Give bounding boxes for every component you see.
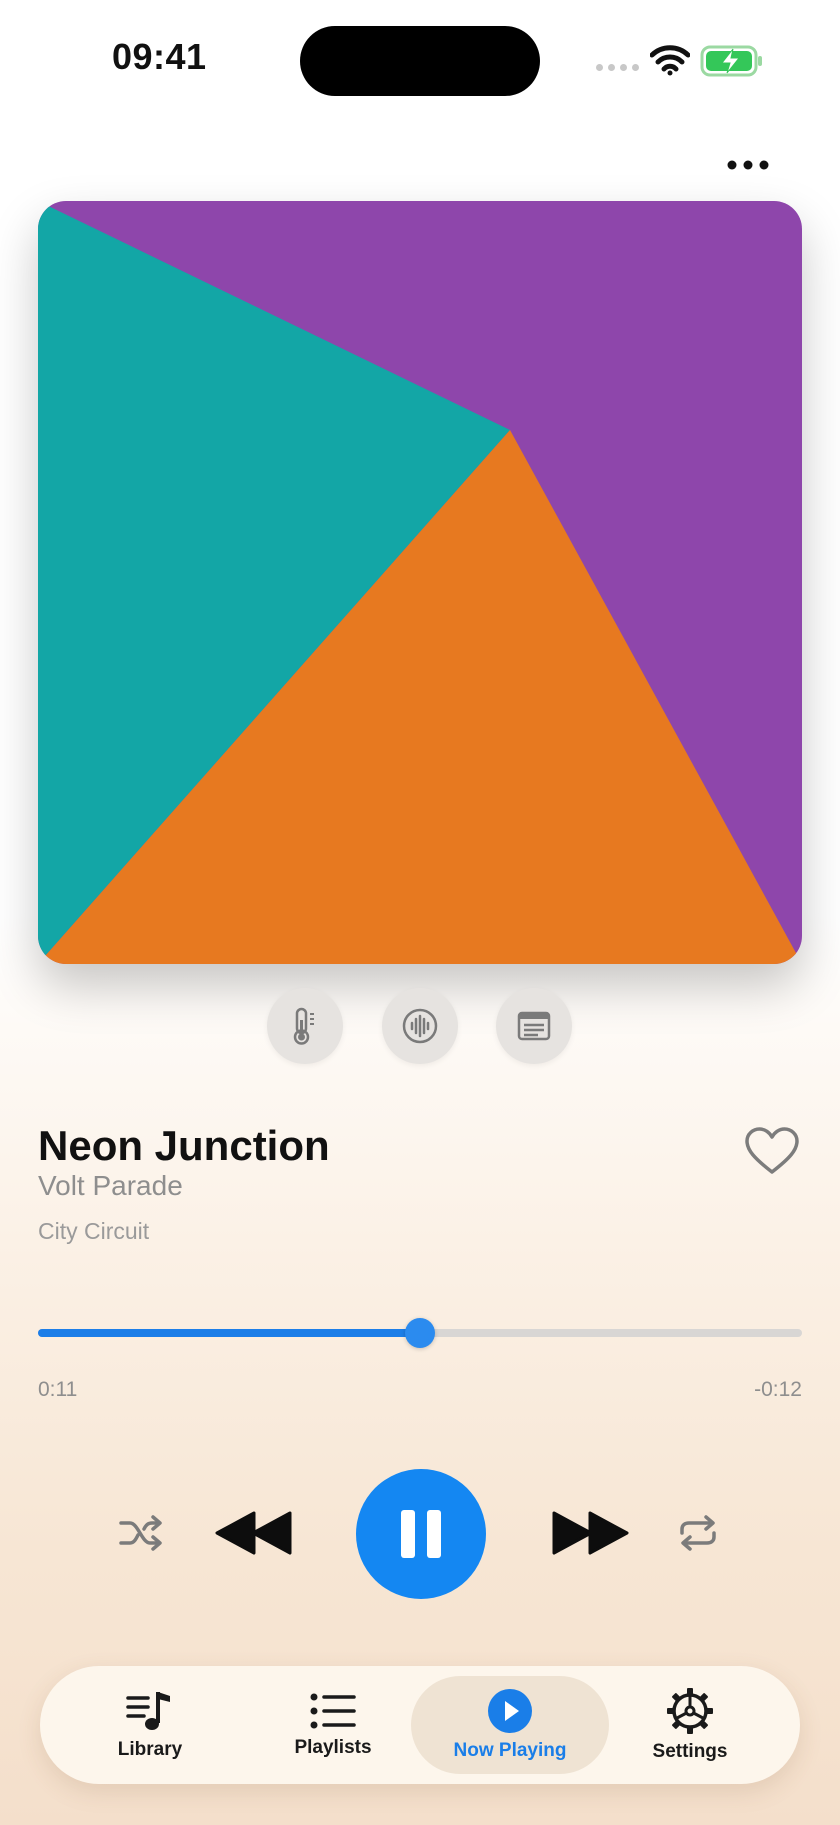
waveform-icon (402, 1008, 438, 1044)
pause-icon (401, 1510, 441, 1558)
play-circle-icon (488, 1689, 532, 1733)
heart-icon (745, 1127, 799, 1174)
forward-icon (552, 1511, 629, 1555)
list-icon (310, 1693, 356, 1729)
previous-track-button[interactable] (214, 1510, 294, 1561)
tab-playlists[interactable]: Playlists (258, 1666, 408, 1784)
cellular-signal-icon (596, 64, 639, 71)
thermometer-button[interactable] (267, 988, 343, 1064)
artist-name[interactable]: Volt Parade (38, 1170, 183, 1202)
pause-button[interactable] (356, 1469, 486, 1599)
dynamic-island (300, 26, 540, 96)
album-name[interactable]: City Circuit (38, 1218, 149, 1245)
status-time: 09:41 (112, 36, 207, 77)
more-options-button[interactable] (724, 150, 772, 180)
repeat-button[interactable] (676, 1513, 720, 1558)
tab-settings[interactable]: Settings (620, 1666, 760, 1784)
gear-icon (667, 1688, 713, 1734)
tab-library-label: Library (117, 1739, 183, 1760)
tab-now-playing-label: Now Playing (453, 1740, 567, 1761)
remaining-time: -0:12 (754, 1378, 802, 1401)
tab-library[interactable]: Library (80, 1666, 220, 1784)
lyrics-card-icon (517, 1011, 551, 1041)
repeat-icon (680, 1515, 716, 1551)
progress-fill (38, 1329, 420, 1337)
thermometer-icon (293, 1007, 314, 1045)
tab-bar: Library Playlists Now Playing Settings (40, 1666, 800, 1784)
ellipsis-icon (727, 160, 769, 170)
battery-charging-icon (700, 44, 764, 83)
library-icon (126, 1692, 170, 1730)
elapsed-time: 0:11 (38, 1378, 78, 1401)
backward-icon (215, 1511, 292, 1555)
tab-now-playing[interactable]: Now Playing (411, 1676, 609, 1774)
favorite-button[interactable] (744, 1126, 800, 1176)
lyrics-button[interactable] (496, 988, 572, 1064)
wifi-icon (649, 44, 691, 81)
shuffle-icon (119, 1515, 162, 1551)
album-artwork (38, 201, 802, 964)
progress-scrubber[interactable] (405, 1318, 435, 1348)
shuffle-button[interactable] (118, 1513, 166, 1558)
tab-playlists-label: Playlists (294, 1737, 372, 1758)
tab-settings-label: Settings (652, 1741, 728, 1762)
waveform-button[interactable] (382, 988, 458, 1064)
next-track-button[interactable] (550, 1510, 630, 1561)
song-title: Neon Junction (38, 1122, 330, 1169)
